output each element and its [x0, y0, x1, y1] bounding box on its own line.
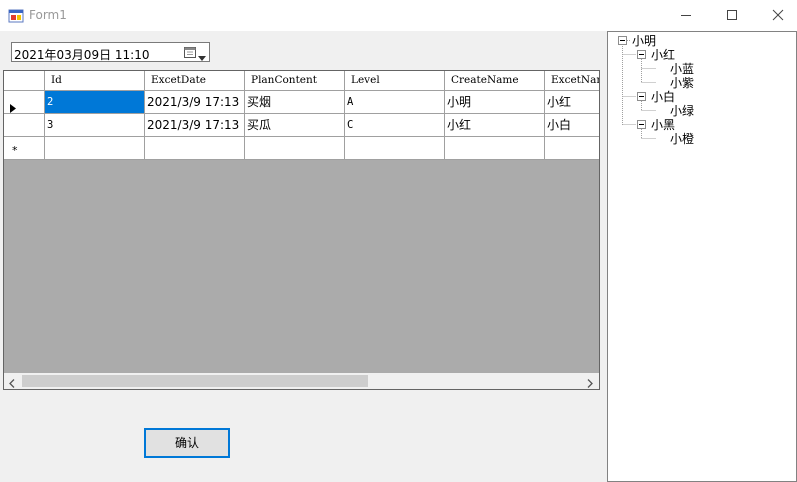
table-cell[interactable]: 3: [45, 114, 145, 137]
table-cell[interactable]: [45, 137, 145, 160]
tree-node-xiaozi[interactable]: 小紫: [670, 76, 694, 90]
row-header[interactable]: [4, 114, 45, 137]
collapse-icon[interactable]: [637, 50, 646, 59]
collapse-icon[interactable]: [618, 36, 627, 45]
table-cell[interactable]: [445, 137, 545, 160]
tree-node-xiaolv[interactable]: 小绿: [670, 104, 694, 118]
table-cell[interactable]: A: [345, 91, 445, 114]
grid-corner-header[interactable]: [4, 71, 45, 91]
window-title: Form1: [29, 8, 67, 22]
minimize-button[interactable]: [663, 0, 709, 31]
data-grid[interactable]: Id ExcetDate PlanContent Level CreateNam…: [3, 70, 600, 390]
close-button[interactable]: [755, 0, 797, 31]
table-cell[interactable]: [145, 137, 245, 160]
column-header-plancontent[interactable]: PlanContent: [245, 71, 345, 91]
scroll-right-icon[interactable]: [587, 377, 593, 389]
table-cell[interactable]: 小红: [545, 91, 599, 114]
scrollbar-thumb[interactable]: [22, 375, 368, 387]
row-header[interactable]: [4, 91, 45, 114]
table-cell[interactable]: 买烟: [245, 91, 345, 114]
title-bar: Form1: [0, 0, 797, 31]
table-cell[interactable]: 小明: [445, 91, 545, 114]
app-icon: [8, 8, 24, 24]
table-cell[interactable]: [245, 137, 345, 160]
column-header-id[interactable]: Id: [45, 71, 145, 91]
minimize-icon: [681, 15, 691, 16]
tree-node-root[interactable]: 小明: [632, 34, 656, 48]
tree-node-xiaocheng[interactable]: 小橙: [670, 132, 694, 146]
tree-node-xiaohong[interactable]: 小红: [651, 48, 675, 62]
current-row-icon: [10, 98, 16, 113]
date-picker[interactable]: 2021年03月09日 11:10: [11, 42, 210, 62]
column-header-level[interactable]: Level: [345, 71, 445, 91]
column-header-createname[interactable]: CreateName: [445, 71, 545, 91]
maximize-button[interactable]: [709, 0, 755, 31]
table-cell[interactable]: [545, 137, 599, 160]
tree-node-xiaohei[interactable]: 小黑: [651, 118, 675, 132]
confirm-button[interactable]: 确认: [144, 428, 230, 458]
collapse-icon[interactable]: [637, 92, 646, 101]
horizontal-scrollbar[interactable]: [4, 373, 599, 389]
row-header[interactable]: *: [4, 137, 45, 160]
new-row-marker: *: [12, 144, 18, 157]
collapse-icon[interactable]: [637, 120, 646, 129]
scroll-left-icon[interactable]: [9, 377, 15, 389]
date-picker-value: 2021年03月09日 11:10: [14, 48, 150, 62]
column-header-excetname[interactable]: ExcetNam: [545, 71, 599, 91]
tree-node-xiaobai[interactable]: 小白: [651, 90, 675, 104]
tree-view[interactable]: 小明 小红 小蓝 小紫 小白 小绿 小黑 小橙: [607, 31, 797, 482]
table-cell[interactable]: 2021/3/9 17:13: [145, 91, 245, 114]
table-cell[interactable]: C: [345, 114, 445, 137]
table-cell[interactable]: 2: [45, 91, 145, 114]
table-cell[interactable]: 买瓜: [245, 114, 345, 137]
calendar-icon[interactable]: [184, 46, 196, 58]
table-cell[interactable]: 小红: [445, 114, 545, 137]
table-cell[interactable]: 2021/3/9 17:13: [145, 114, 245, 137]
tree-node-xiaolan[interactable]: 小蓝: [670, 62, 694, 76]
column-header-excetdate[interactable]: ExcetDate: [145, 71, 245, 91]
maximize-icon: [727, 10, 737, 20]
table-cell[interactable]: 小白: [545, 114, 599, 137]
close-icon: [772, 9, 784, 21]
chevron-down-icon[interactable]: [198, 50, 206, 64]
table-cell[interactable]: [345, 137, 445, 160]
